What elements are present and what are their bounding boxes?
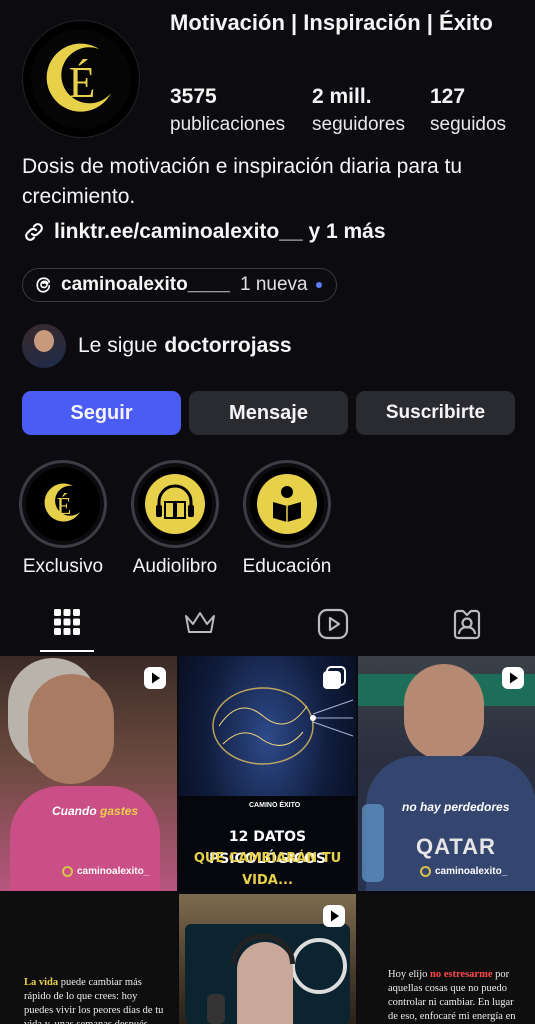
post-grid: Cuando gastes caminoalexito_ CAMINO ÉXIT… bbox=[0, 656, 535, 1024]
highlight-educacion[interactable]: Educación bbox=[232, 460, 342, 578]
highlight-label: Exclusivo bbox=[22, 556, 104, 577]
reading-person-icon bbox=[257, 474, 317, 534]
post-face-shape bbox=[404, 664, 484, 760]
follow-button[interactable]: Seguir bbox=[22, 391, 181, 435]
link-icon bbox=[25, 223, 43, 241]
post-thumbnail[interactable]: La vida puede cambiar más rápido de lo q… bbox=[0, 894, 177, 1024]
post-shirt-text: QATAR bbox=[416, 834, 496, 859]
follower-avatar bbox=[22, 324, 66, 368]
profile-bio: Dosis de motivación e inspiración diaria… bbox=[22, 155, 463, 208]
reels-icon bbox=[317, 608, 348, 640]
stat-following-label: seguidos bbox=[430, 114, 507, 135]
post-caption: Cuando gastes bbox=[52, 804, 139, 818]
stat-posts[interactable]: 3575 publicaciones bbox=[170, 84, 312, 138]
tab-subscriptions[interactable] bbox=[133, 604, 266, 654]
post-quote-text: La vida puede cambiar más rápido de lo q… bbox=[24, 977, 164, 1024]
highlight-ring bbox=[131, 460, 219, 548]
carousel-icon bbox=[323, 666, 346, 689]
highlight-ring bbox=[243, 460, 331, 548]
profile-avatar[interactable]: É bbox=[22, 20, 140, 138]
post-brand: caminoalexito_ bbox=[420, 866, 507, 877]
stat-followers[interactable]: 2 mill. seguidores bbox=[312, 84, 430, 138]
new-dot-icon bbox=[315, 282, 322, 288]
profile-link-text: linktr.ee/caminoalexito__ y 1 más bbox=[54, 220, 386, 243]
crown-icon bbox=[184, 612, 215, 633]
post-thumbnail[interactable]: Hoy elijo no estresarme por aquellas cos… bbox=[358, 894, 535, 1024]
stat-following[interactable]: 127 seguidos bbox=[430, 84, 520, 138]
action-buttons: Seguir Mensaje Suscribirte bbox=[22, 391, 515, 435]
threads-icon bbox=[36, 277, 51, 293]
profile-name: Motivación | Inspiración | Éxito bbox=[170, 10, 493, 35]
post-thumbnail[interactable]: Cuando gastes caminoalexito_ bbox=[0, 656, 177, 891]
stat-followers-label: seguidores bbox=[312, 114, 405, 135]
tagged-icon bbox=[453, 609, 480, 640]
svg-text:É: É bbox=[57, 494, 72, 520]
active-tab-indicator bbox=[40, 650, 94, 652]
logo-e-icon: É bbox=[31, 29, 131, 129]
tab-reels[interactable] bbox=[266, 604, 399, 654]
post-thumbnail[interactable]: CAMINO ÉXITO 12 DATOS PSICOLÓGICOS QUE C… bbox=[179, 656, 356, 891]
stat-posts-value: 3575 bbox=[170, 85, 217, 108]
post-title-line2: QUE CAMBIARÁN TU VIDA... bbox=[193, 851, 342, 888]
post-face-shape bbox=[28, 674, 114, 784]
headphones-book-icon bbox=[145, 474, 205, 534]
message-button[interactable]: Mensaje bbox=[189, 391, 348, 435]
highlight-label: Audiolibro bbox=[132, 556, 218, 577]
post-caption: no hay perdedores bbox=[402, 800, 510, 814]
grid-icon bbox=[53, 609, 80, 635]
followed-by-user: doctorrojass bbox=[164, 334, 292, 357]
profile-tabs bbox=[0, 604, 535, 654]
avatar-letter: É bbox=[69, 58, 96, 107]
subscribe-button[interactable]: Suscribirte bbox=[356, 391, 515, 435]
post-bottle-shape bbox=[362, 804, 384, 882]
stat-following-value: 127 bbox=[430, 85, 466, 108]
post-logo-ring bbox=[291, 938, 347, 994]
post-brand: caminoalexito_ bbox=[62, 866, 149, 877]
post-thumbnail[interactable] bbox=[179, 894, 356, 1024]
profile-link[interactable]: linktr.ee/caminoalexito__ y 1 más bbox=[22, 220, 386, 244]
followed-by-prefix: Le sigue bbox=[78, 334, 158, 357]
highlight-audiolibro[interactable]: Audiolibro bbox=[120, 460, 230, 578]
microphone-shape bbox=[207, 994, 225, 1024]
profile-stats: 3575 publicaciones 2 mill. seguidores 12… bbox=[170, 84, 520, 138]
post-brand: CAMINO ÉXITO bbox=[249, 802, 301, 809]
logo-e-icon: É bbox=[44, 483, 80, 522]
post-thumbnail[interactable]: no hay perdedores QATAR caminoalexito_ bbox=[358, 656, 535, 891]
threads-new-label: 1 nueva bbox=[239, 274, 308, 295]
reel-play-icon bbox=[144, 667, 166, 689]
threads-badge[interactable]: caminoalexito____ 1 nueva bbox=[22, 268, 337, 302]
tab-grid[interactable] bbox=[0, 604, 133, 654]
post-quote-text: Hoy elijo no estresarme por aquellas cos… bbox=[388, 969, 516, 1022]
followed-by[interactable]: Le sigue doctorrojass bbox=[22, 324, 292, 368]
highlight-label: Educación bbox=[242, 556, 332, 577]
threads-handle: caminoalexito____ bbox=[61, 274, 230, 295]
highlight-exclusivo[interactable]: É Exclusivo bbox=[8, 460, 118, 578]
stat-followers-value: 2 mill. bbox=[312, 85, 372, 108]
stat-posts-label: publicaciones bbox=[170, 114, 286, 135]
highlight-ring: É bbox=[19, 460, 107, 548]
story-highlights: É Exclusivo Audiolibro Educación bbox=[0, 460, 535, 580]
tab-tagged[interactable] bbox=[400, 604, 533, 654]
reel-play-icon bbox=[502, 667, 524, 689]
reel-play-icon bbox=[323, 905, 345, 927]
